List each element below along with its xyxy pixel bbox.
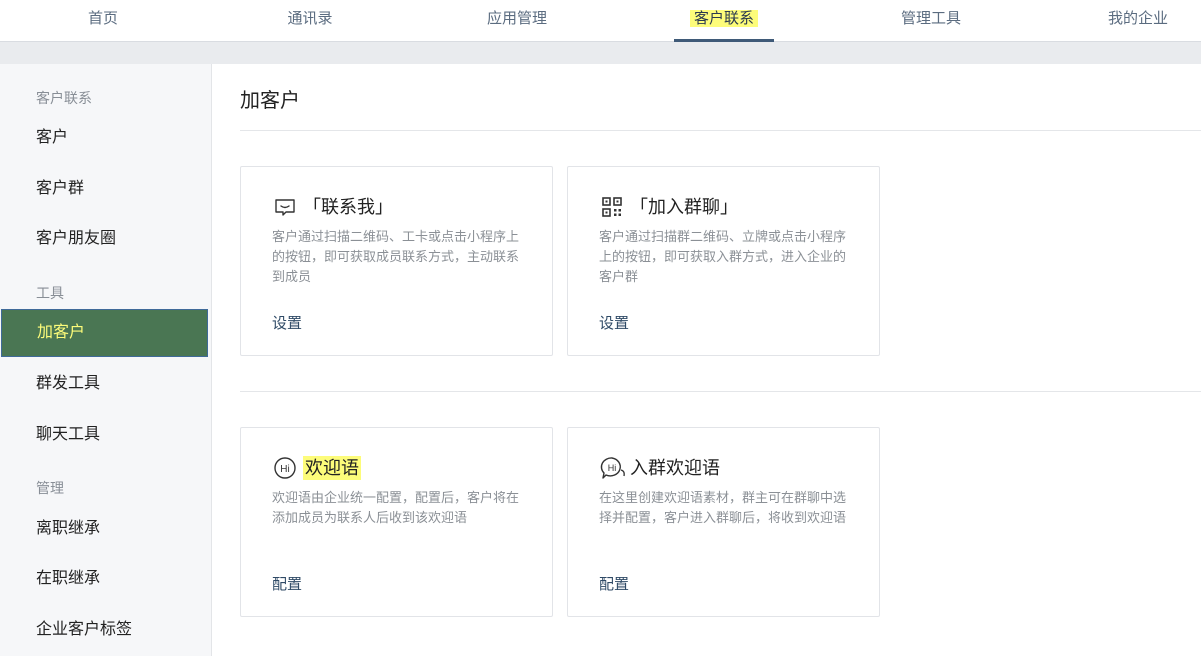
card-description: 欢迎语由企业统一配置，配置后，客户将在添加成员为联系人后收到该欢迎语 — [272, 490, 520, 525]
hi-bubble-icon: Hi — [273, 456, 297, 480]
card-title: 「联系我」 — [303, 197, 393, 217]
card-description: 客户通过扫描群二维码、立牌或点击小程序上的按钮，即可获取入群方式，进入企业的客户… — [599, 229, 847, 284]
nav-my-company[interactable]: 我的企业 — [1097, 0, 1179, 41]
card-group-welcome-message: Hi 入群欢迎语 在这里创建欢迎语素材，群主可在群聊中选择并配置，客户进入群聊后… — [567, 427, 880, 617]
nav-admin-tools[interactable]: 管理工具 — [890, 0, 972, 41]
sidebar-item-label: 客户群 — [36, 180, 85, 197]
sidebar-item-label: 离职继承 — [36, 520, 101, 537]
nav-contacts[interactable]: 通讯录 — [269, 0, 351, 41]
svg-text:Hi: Hi — [608, 463, 617, 473]
card-title: 欢迎语 — [303, 456, 361, 480]
card-welcome-message: Hi 欢迎语 欢迎语由企业统一配置，配置后，客户将在添加成员为联系人后收到该欢迎… — [240, 427, 553, 617]
top-navigation: 首页 通讯录 应用管理 客户联系 管理工具 我的企业 — [0, 0, 1201, 42]
nav-app-management[interactable]: 应用管理 — [476, 0, 558, 41]
card-title: 「加入群聊」 — [630, 197, 738, 217]
sidebar-item-onjob-transfer[interactable]: 在职继承 — [0, 555, 211, 603]
sidebar-item-label: 聊天工具 — [36, 426, 101, 443]
hi-group-bubble-icon: Hi — [600, 456, 625, 480]
nav-my-company-label: 我的企业 — [1107, 10, 1168, 27]
sidebar-item-label: 客户 — [36, 129, 69, 146]
sidebar-section-customer-contact: 客户联系 — [36, 90, 92, 106]
sidebar: 客户联系 客户 客户群 客户朋友圈 工具 加客户 群发工具 聊天工具 管理 离职… — [0, 64, 212, 656]
nav-customer-contact-label: 客户联系 — [689, 10, 758, 27]
sidebar-item-resigned-transfer[interactable]: 离职继承 — [0, 505, 211, 553]
sidebar-item-customers[interactable]: 客户 — [0, 114, 211, 162]
svg-text:Hi: Hi — [280, 464, 289, 475]
divider — [240, 391, 1201, 392]
configure-link[interactable]: 配置 — [599, 573, 629, 594]
card-contact-me: 「联系我」 客户通过扫描二维码、工卡或点击小程序上的按钮，即可获取成员联系方式，… — [240, 166, 553, 356]
main-content: 加客户 「联系我」 客户通过扫描二维码、工卡或点击小程序上的按钮，即可获取成员联… — [212, 64, 1201, 656]
sidebar-item-label: 在职继承 — [36, 570, 101, 587]
sidebar-section-management: 管理 — [36, 480, 64, 496]
settings-link[interactable]: 设置 — [599, 312, 629, 333]
nav-home[interactable]: 首页 — [62, 0, 144, 41]
sidebar-item-add-customer[interactable]: 加客户 — [1, 309, 208, 357]
nav-home-label: 首页 — [87, 10, 118, 27]
sidebar-section-tools: 工具 — [36, 285, 64, 301]
sidebar-item-customer-tags[interactable]: 企业客户标签 — [0, 606, 211, 654]
sidebar-item-mass-messaging[interactable]: 群发工具 — [0, 360, 211, 408]
sidebar-item-chat-tools[interactable]: 聊天工具 — [0, 411, 211, 459]
sidebar-item-label: 加客户 — [37, 324, 86, 341]
sidebar-item-customer-moments[interactable]: 客户朋友圈 — [0, 215, 211, 263]
sidebar-item-label: 群发工具 — [36, 375, 101, 392]
card-description: 客户通过扫描二维码、工卡或点击小程序上的按钮，即可获取成员联系方式，主动联系到成… — [272, 229, 520, 284]
divider — [240, 130, 1201, 131]
sidebar-item-label: 企业客户标签 — [36, 621, 133, 638]
message-box-icon — [273, 195, 297, 219]
sidebar-item-label: 客户朋友圈 — [36, 230, 117, 247]
nav-customer-contact[interactable]: 客户联系 — [674, 0, 774, 42]
nav-admin-tools-label: 管理工具 — [900, 10, 961, 27]
qr-code-icon — [600, 195, 624, 219]
page-title: 加客户 — [240, 90, 300, 112]
configure-link[interactable]: 配置 — [272, 573, 302, 594]
card-description: 在这里创建欢迎语素材，群主可在群聊中选择并配置，客户进入群聊后，将收到欢迎语 — [599, 490, 847, 525]
card-join-group: 「加入群聊」 客户通过扫描群二维码、立牌或点击小程序上的按钮，即可获取入群方式，… — [567, 166, 880, 356]
nav-app-management-label: 应用管理 — [486, 10, 547, 27]
card-title: 入群欢迎语 — [630, 458, 720, 478]
settings-link[interactable]: 设置 — [272, 312, 302, 333]
nav-contacts-label: 通讯录 — [287, 10, 333, 27]
header-gap — [0, 42, 1201, 64]
sidebar-item-customer-groups[interactable]: 客户群 — [0, 165, 211, 213]
